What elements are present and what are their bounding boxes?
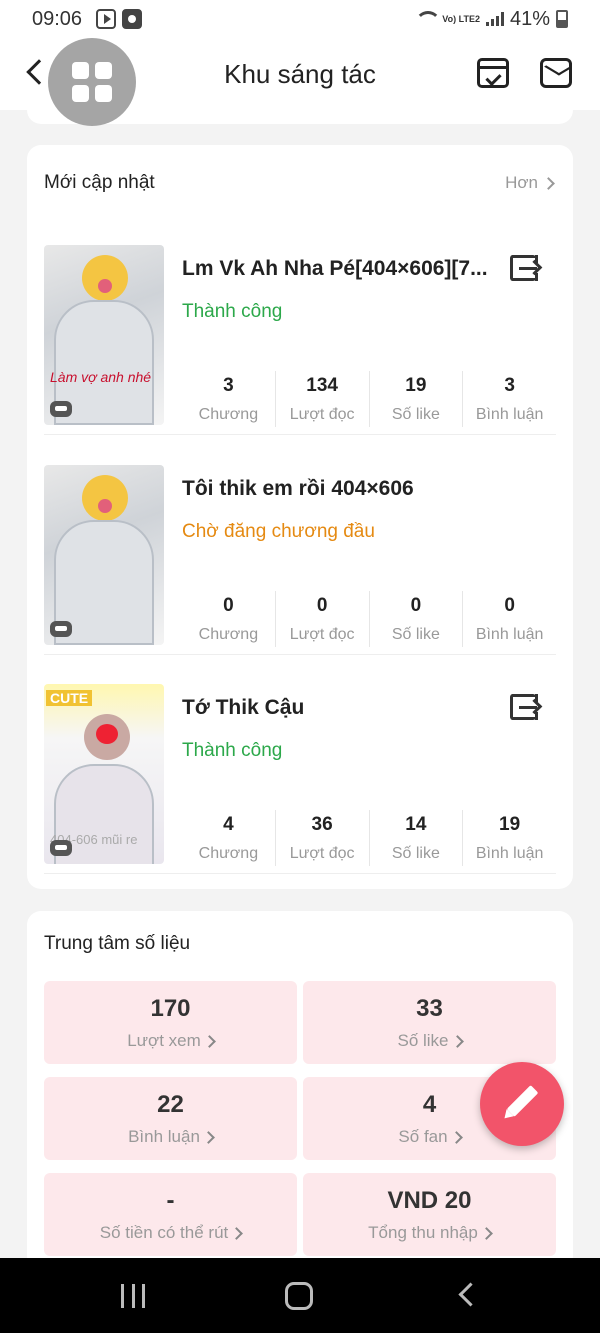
data-tiles: 170 Lượt xem 33 Số like 22 Bình luận 4 Số fa… — [44, 981, 556, 1256]
story-cover: Làm vợ anh nhé — [44, 245, 164, 425]
tile-comments[interactable]: 22 Bình luận — [44, 1077, 297, 1160]
tile-views[interactable]: 170 Lượt xem — [44, 981, 297, 1064]
stat-reads: 134 Lượt đọc — [276, 371, 370, 427]
story-status: Chờ đăng chương đầu — [182, 521, 375, 542]
status-bar: 09:06 Vo) LTE2 41% — [0, 0, 600, 38]
calendar-icon[interactable] — [477, 58, 509, 88]
battery-percent: 41% — [509, 7, 550, 30]
recent-updates-card: Mới cập nhật Hơn Làm vợ anh nhé Lm Vk Ah… — [27, 145, 573, 889]
stat-chapters: 3 Chương — [182, 371, 276, 427]
tile-likes[interactable]: 33 Số like — [303, 981, 556, 1064]
back-icon[interactable] — [458, 1282, 483, 1307]
stat-comments: 19 Bình luận — [475, 814, 544, 862]
chevron-right-icon — [542, 176, 555, 190]
tile-withdrawable[interactable]: - Số tiền có thể rút — [44, 1173, 297, 1256]
floating-menu-button[interactable] — [48, 38, 136, 126]
camera-notification-icon — [122, 9, 143, 29]
wifi-icon — [414, 11, 442, 27]
story-cover: CUTE 404-606 mũi re — [44, 684, 164, 864]
write-button[interactable] — [480, 1062, 564, 1146]
system-nav-bar — [0, 1258, 600, 1333]
chevron-right-icon — [202, 1034, 216, 1048]
stat-likes: 14 Số like — [370, 810, 464, 866]
stat-likes: 0 Số like — [370, 591, 464, 647]
network-label: Vo) LTE2 — [442, 13, 480, 24]
story-stats: 0 Chương 0 Lượt đọc 0 Số like 0 Bình luận — [182, 591, 556, 647]
home-icon[interactable] — [285, 1282, 313, 1310]
story-title: Tôi thik em rồi 404×606 — [182, 477, 414, 500]
recents-icon[interactable] — [121, 1284, 145, 1308]
signal-icon — [485, 12, 504, 26]
cover-caption: Làm vợ anh nhé — [50, 369, 152, 385]
exit-icon[interactable] — [510, 255, 538, 281]
story-status: Thành công — [182, 740, 283, 761]
chevron-right-icon — [450, 1034, 464, 1048]
story-item[interactable]: Làm vợ anh nhé Lm Vk Ah Nha Pé[404×606][… — [44, 245, 556, 435]
grid-icon — [72, 62, 89, 79]
story-title: Lm Vk Ah Nha Pé[404×606][7... — [182, 257, 488, 280]
back-arrow-icon[interactable] — [22, 56, 48, 86]
stat-comments: 3 Bình luận — [475, 375, 544, 423]
battery-icon — [556, 10, 568, 28]
page-title: Khu sáng tác — [224, 58, 376, 89]
stat-chapters: 0 Chương — [182, 591, 276, 647]
story-stats: 4 Chương 36 Lượt đọc 14 Số like 19 Bình luận — [182, 810, 556, 866]
tile-total-income[interactable]: VND 20 Tổng thu nhập — [303, 1173, 556, 1256]
story-stats: 3 Chương 134 Lượt đọc 19 Số like 3 Bình luận — [182, 371, 556, 427]
mail-icon[interactable] — [540, 58, 572, 88]
story-status: Thành công — [182, 301, 283, 322]
stat-reads: 0 Lượt đọc — [276, 591, 370, 647]
chevron-right-icon — [202, 1130, 215, 1144]
pencil-icon — [506, 1085, 539, 1117]
section-title: Mới cập nhật — [44, 172, 155, 193]
stat-likes: 19 Số like — [370, 371, 464, 427]
comment-badge-icon — [50, 840, 72, 856]
comment-badge-icon — [50, 401, 72, 417]
story-item[interactable]: Tôi thik em rồi 404×606 Chờ đăng chương … — [44, 465, 556, 655]
stat-chapters: 4 Chương — [182, 810, 276, 866]
story-item[interactable]: CUTE 404-606 mũi re Tớ Thik Cậu Thành cô… — [44, 684, 556, 874]
chevron-right-icon — [479, 1226, 493, 1240]
story-cover — [44, 465, 164, 645]
cover-caption: CUTE — [46, 690, 93, 706]
more-link[interactable]: Hơn — [505, 173, 555, 193]
status-time: 09:06 — [32, 7, 83, 30]
chevron-right-icon — [230, 1226, 244, 1240]
comment-badge-icon — [50, 621, 72, 637]
more-label: Hơn — [505, 173, 538, 192]
exit-icon[interactable] — [510, 694, 538, 720]
stat-comments: 0 Bình luận — [475, 595, 544, 643]
section-title: Trung tâm số liệu — [44, 933, 191, 954]
chevron-right-icon — [449, 1130, 463, 1144]
story-title: Tớ Thik Cậu — [182, 696, 305, 719]
stat-reads: 36 Lượt đọc — [276, 810, 370, 866]
video-notification-icon — [96, 9, 117, 29]
